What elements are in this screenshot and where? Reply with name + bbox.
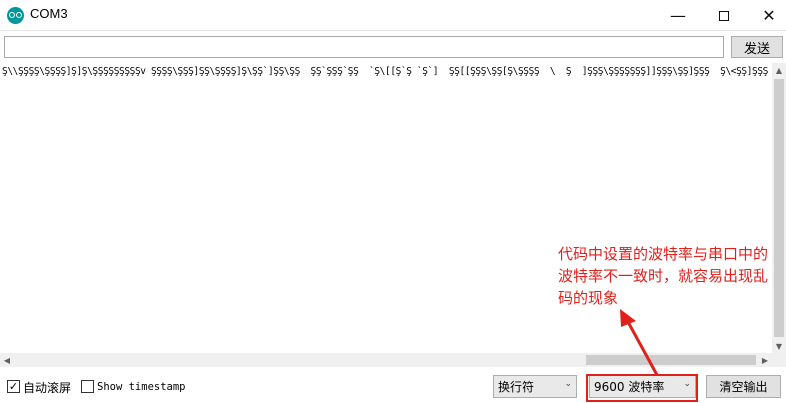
close-button[interactable]: ✕	[746, 0, 786, 31]
timestamp-checkbox[interactable]	[81, 380, 94, 393]
annotation-line: 波特率不一致时，就容易出现乱	[558, 267, 769, 285]
annotation-line: 码的现象	[558, 289, 619, 307]
timestamp-label[interactable]: Show timestamp	[97, 381, 186, 393]
horizontal-scroll-thumb[interactable]	[586, 355, 756, 365]
scroll-down-icon[interactable]: ▼	[772, 339, 786, 353]
window-title: COM3	[30, 6, 68, 21]
serial-output-text: Ş\\ŞŞŞŞ\ŞŞŞŞ]Ş]Ş\ŞŞŞŞŞŞŞŞŞv ŞŞŞŞ\ŞŞŞ]ŞŞ\…	[2, 66, 772, 77]
line-ending-select[interactable]: 换行符 ⌄	[493, 375, 577, 398]
maximize-icon	[719, 10, 729, 21]
minimize-button[interactable]: —	[655, 0, 701, 31]
line-ending-value: 换行符	[498, 380, 535, 394]
autoscroll-checkbox[interactable]: ✓	[7, 380, 20, 393]
send-button[interactable]: 发送	[731, 36, 783, 58]
maximize-button[interactable]	[701, 0, 747, 31]
annotation-text: 代码中设置的波特率与串口中的 波特率不一致时，就容易出现乱 码的现象	[558, 243, 786, 309]
clear-output-button[interactable]: 清空输出	[706, 375, 781, 398]
checkmark-icon: ✓	[8, 380, 19, 393]
vertical-scrollbar[interactable]: ▲ ▼	[772, 63, 786, 353]
send-row: 发送	[0, 34, 786, 60]
autoscroll-label[interactable]: 自动滚屏	[23, 379, 71, 396]
title-bar: COM3 — ✕	[0, 0, 786, 31]
annotation-line: 代码中设置的波特率与串口中的	[558, 245, 769, 263]
scroll-left-icon[interactable]: ◀	[0, 353, 14, 367]
serial-output-area[interactable]: Ş\\ŞŞŞŞ\ŞŞŞŞ]Ş]Ş\ŞŞŞŞŞŞŞŞŞv ŞŞŞŞ\ŞŞŞ]ŞŞ\…	[0, 63, 772, 353]
scroll-right-icon[interactable]: ▶	[758, 353, 772, 367]
chevron-down-icon: ⌄	[564, 379, 572, 389]
scrollbar-corner	[772, 353, 786, 367]
send-input[interactable]	[4, 36, 724, 58]
baud-rate-highlight-box	[586, 374, 698, 402]
close-icon: ✕	[762, 6, 776, 25]
arduino-logo-icon	[7, 7, 24, 24]
scroll-up-icon[interactable]: ▲	[772, 63, 786, 77]
horizontal-scrollbar[interactable]: ◀ ▶	[0, 353, 772, 367]
minimize-icon: —	[670, 6, 686, 25]
